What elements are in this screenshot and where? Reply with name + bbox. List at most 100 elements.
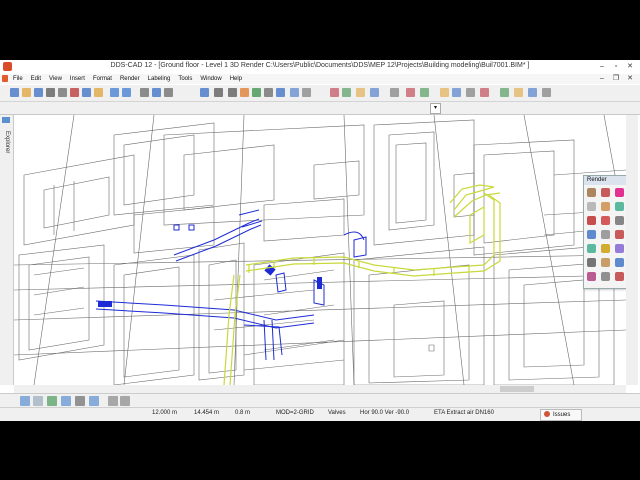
menu-window[interactable]: Window <box>200 75 221 83</box>
render-tool-icon[interactable] <box>601 216 610 225</box>
tool-icon[interactable] <box>342 88 351 97</box>
doc-minimize-icon[interactable]: – <box>596 73 608 84</box>
issues-label: Issues <box>553 412 571 418</box>
tool-icon[interactable] <box>528 88 537 97</box>
tool-icon[interactable] <box>440 88 449 97</box>
undo-icon[interactable] <box>110 88 119 97</box>
polar-icon[interactable] <box>75 396 85 406</box>
vertical-scrollbar[interactable] <box>626 115 638 385</box>
zoom-out-icon[interactable] <box>228 88 237 97</box>
layout-icon[interactable] <box>120 396 130 406</box>
app-menu-icon[interactable] <box>2 75 8 82</box>
render-tool-icon[interactable] <box>615 244 624 253</box>
render-tool-icon[interactable] <box>615 216 624 225</box>
open-icon[interactable] <box>22 88 31 97</box>
3d-viewport[interactable]: Render x <box>14 115 626 385</box>
paste-icon[interactable] <box>94 88 103 97</box>
tool-icon[interactable] <box>290 88 299 97</box>
render-tool-icon[interactable] <box>601 272 610 281</box>
minimize-icon[interactable]: – <box>596 61 608 72</box>
menu-format[interactable]: Format <box>93 75 112 83</box>
tool-icon[interactable] <box>370 88 379 97</box>
tool-icon[interactable] <box>542 88 551 97</box>
zoom-all-icon[interactable] <box>152 88 161 97</box>
tool-icon[interactable] <box>480 88 489 97</box>
menu-view[interactable]: View <box>49 75 62 83</box>
render-tool-icon[interactable] <box>615 258 624 267</box>
print-icon[interactable] <box>46 88 55 97</box>
zoom-in-icon[interactable] <box>214 88 223 97</box>
render-tool-icon[interactable] <box>601 230 610 239</box>
save-icon[interactable] <box>34 88 43 97</box>
explorer-tab[interactable]: Explorer <box>2 123 10 173</box>
render-tool-icon[interactable] <box>587 258 596 267</box>
tool-icon[interactable] <box>500 88 509 97</box>
render-tool-icon[interactable] <box>615 230 624 239</box>
render-tool-icon[interactable] <box>587 202 596 211</box>
grid-mode[interactable]: MOD=2-GRID <box>276 410 314 416</box>
new-icon[interactable] <box>10 88 19 97</box>
redo-icon[interactable] <box>122 88 131 97</box>
tool-icon[interactable] <box>406 88 415 97</box>
tool-icon[interactable] <box>420 88 429 97</box>
render-tool-icon[interactable] <box>615 202 624 211</box>
doc-restore-icon[interactable]: ❐ <box>610 73 622 84</box>
render-tool-icon[interactable] <box>615 188 624 197</box>
menu-insert[interactable]: Insert <box>70 75 85 83</box>
main-toolbar <box>0 85 640 102</box>
menu-help[interactable]: Help <box>230 75 242 83</box>
render-tool-icon[interactable] <box>601 244 610 253</box>
layer-name[interactable]: Valves <box>328 410 346 416</box>
ortho-icon[interactable] <box>47 396 57 406</box>
render-tool-icon[interactable] <box>601 258 610 267</box>
view-icon[interactable] <box>108 396 118 406</box>
render-icon[interactable] <box>240 88 249 97</box>
render-tool-icon[interactable] <box>587 230 596 239</box>
tracking-icon[interactable] <box>89 396 99 406</box>
menu-edit[interactable]: Edit <box>31 75 41 83</box>
duct-terminal <box>98 301 112 307</box>
chevron-down-icon[interactable]: ▾ <box>430 103 441 114</box>
snap-icon[interactable] <box>20 396 30 406</box>
tool-icon[interactable] <box>390 88 399 97</box>
menu-file[interactable]: File <box>13 75 23 83</box>
properties-icon[interactable] <box>276 88 285 97</box>
menu-labeling[interactable]: Labeling <box>148 75 171 83</box>
cut-icon[interactable] <box>70 88 79 97</box>
render-panel-title: Render <box>587 177 607 183</box>
tool-icon[interactable] <box>514 88 523 97</box>
component-name: ETA Extract air DN160 <box>434 410 494 416</box>
horizontal-scrollbar[interactable] <box>14 385 626 393</box>
menu-render[interactable]: Render <box>120 75 140 83</box>
explorer-label: Explorer <box>4 131 10 154</box>
zoom-window-icon[interactable] <box>140 88 149 97</box>
view-3d-icon[interactable] <box>252 88 261 97</box>
object-snap-icon[interactable] <box>61 396 71 406</box>
tool-icon[interactable] <box>452 88 461 97</box>
copy-icon[interactable] <box>82 88 91 97</box>
maximize-icon[interactable]: ▫ <box>610 61 622 72</box>
tool-icon[interactable] <box>356 88 365 97</box>
doc-close-icon[interactable]: ✕ <box>624 73 636 84</box>
duct-damper <box>317 277 322 289</box>
horizontal-scroll-thumb[interactable] <box>500 386 534 392</box>
select-icon[interactable] <box>200 88 209 97</box>
render-tool-icon[interactable] <box>587 244 596 253</box>
tool-icon[interactable] <box>330 88 339 97</box>
menu-tools[interactable]: Tools <box>178 75 192 83</box>
render-tool-icon[interactable] <box>587 272 596 281</box>
layer-icon[interactable] <box>264 88 273 97</box>
close-icon[interactable]: ✕ <box>624 61 636 72</box>
pan-icon[interactable] <box>164 88 173 97</box>
tool-icon[interactable] <box>466 88 475 97</box>
render-tool-icon[interactable] <box>587 216 596 225</box>
print-preview-icon[interactable] <box>58 88 67 97</box>
issues-button[interactable]: Issues <box>540 409 582 421</box>
menu-bar: File Edit View Insert Format Render Labe… <box>0 74 640 84</box>
render-tool-icon[interactable] <box>615 272 624 281</box>
render-tool-icon[interactable] <box>601 188 610 197</box>
grid-icon[interactable] <box>33 396 43 406</box>
tool-icon[interactable] <box>302 88 311 97</box>
render-tool-icon[interactable] <box>587 188 596 197</box>
render-tool-icon[interactable] <box>601 202 610 211</box>
